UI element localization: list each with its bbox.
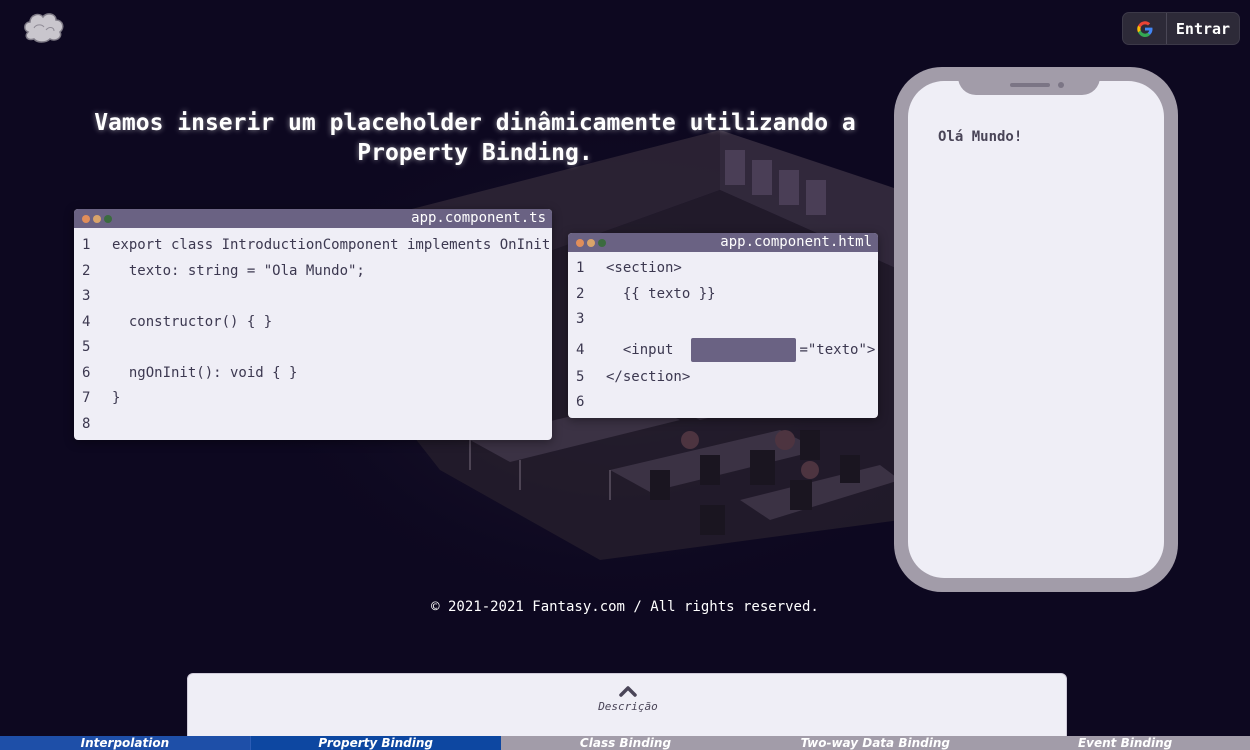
phone-screen: Olá Mundo! [908, 81, 1164, 578]
camera-icon [1058, 82, 1064, 88]
code-line: 1 export class IntroductionComponent impl… [82, 237, 552, 253]
binding-drop-slot[interactable] [691, 338, 797, 362]
code-line: 7} [82, 390, 121, 406]
tab-event-binding[interactable]: Event Binding [1000, 736, 1250, 750]
lesson-tabs: Interpolation Property Binding Class Bin… [0, 736, 1250, 750]
code-line: 5 [82, 339, 91, 355]
code-line: 5 </section> [576, 369, 691, 385]
code-line: 6 [576, 394, 585, 410]
code-line: 1 <section> [576, 260, 682, 276]
cloud-logo-icon [24, 13, 64, 43]
login-button-label: Entrar [1175, 19, 1231, 38]
tab-two-way-data-binding[interactable]: Two-way Data Binding [750, 736, 1001, 750]
page-heading: Vamos inserir um placeholder dinâmicamen… [94, 110, 856, 166]
copyright-text: © 2021-2021 Fantasy.com / All rights res… [431, 599, 819, 615]
code-line: 4 constructor() { } [82, 314, 273, 330]
speaker-icon [1010, 83, 1050, 87]
code-line: 8 [82, 416, 91, 432]
google-icon [1123, 13, 1167, 44]
code-line: 3 [82, 288, 91, 304]
file-name: app.component.html [720, 234, 872, 250]
window-dot-icon [93, 214, 101, 223]
phone-preview: Olá Mundo! [894, 67, 1178, 592]
window-dot-icon [587, 238, 595, 247]
chevron-up-icon[interactable] [618, 684, 638, 698]
preview-output-text: Olá Mundo! [938, 129, 1023, 145]
window-titlebar: app.component.html [568, 233, 878, 252]
tab-class-binding[interactable]: Class Binding [500, 736, 751, 750]
code-line: 2 {{ texto }} [576, 286, 716, 302]
tab-interpolation[interactable]: Interpolation [0, 736, 251, 750]
login-button[interactable]: Entrar [1122, 12, 1240, 45]
code-line: 4 <input ="texto"> [568, 337, 875, 363]
code-line: 2 texto: string = "Ola Mundo"; [82, 263, 365, 279]
code-window-html: app.component.html 1 <section> 2 {{ texto… [568, 233, 878, 418]
window-dot-icon [598, 238, 606, 247]
window-dot-icon [576, 238, 584, 247]
code-window-ts: app.component.ts 1 export class Introduct… [74, 209, 552, 440]
window-titlebar: app.component.ts [74, 209, 552, 228]
window-dot-icon [82, 214, 90, 223]
description-label: Descrição [598, 700, 658, 713]
phone-notch [958, 67, 1100, 95]
file-name: app.component.ts [411, 210, 546, 226]
site-logo[interactable] [22, 10, 66, 44]
tab-property-binding[interactable]: Property Binding [250, 736, 501, 750]
code-line: 6 ngOnInit(): void { } [82, 365, 298, 381]
code-line: 3 [576, 311, 585, 327]
window-dot-icon [104, 214, 112, 223]
